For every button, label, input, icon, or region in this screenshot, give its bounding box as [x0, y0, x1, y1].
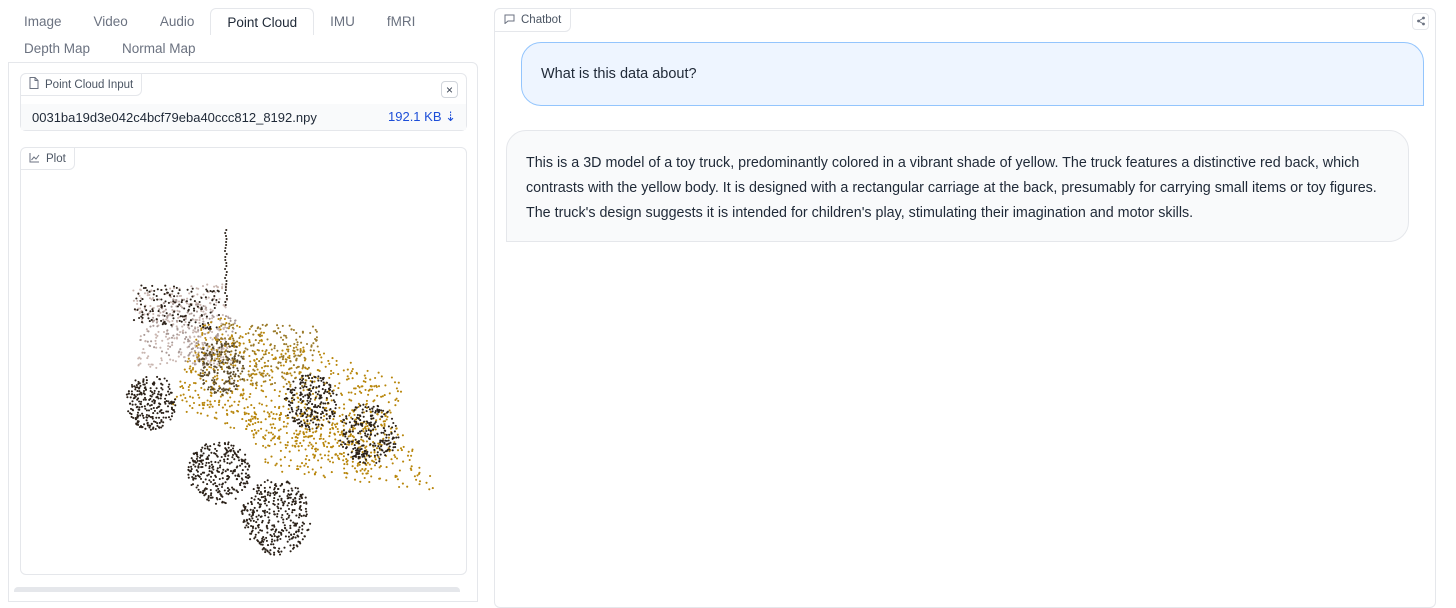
- bot-message: This is a 3D model of a toy truck, predo…: [506, 130, 1409, 242]
- file-icon: [29, 77, 39, 92]
- tab-depth-map[interactable]: Depth Map: [8, 35, 106, 62]
- clear-file-button[interactable]: ×: [441, 81, 458, 98]
- point-cloud-input: Point Cloud Input × 0031ba19d3e042c4bcf7…: [20, 73, 467, 131]
- chart-icon: [29, 152, 40, 166]
- tab-normal-map[interactable]: Normal Map: [106, 35, 212, 62]
- tab-imu[interactable]: IMU: [314, 8, 371, 35]
- tab-point-cloud[interactable]: Point Cloud: [210, 8, 315, 35]
- modality-tabs: Image Video Audio Point Cloud IMU fMRI D…: [8, 8, 478, 62]
- plot-label-text: Plot: [46, 152, 66, 165]
- point-cloud-panel: Point Cloud Input × 0031ba19d3e042c4bcf7…: [8, 62, 478, 602]
- point-cloud-input-label: Point Cloud Input: [20, 73, 143, 96]
- tab-video[interactable]: Video: [78, 8, 144, 35]
- share-button[interactable]: [1412, 13, 1429, 30]
- download-file-link[interactable]: 192.1 KB ⇣: [388, 109, 456, 125]
- tab-audio[interactable]: Audio: [144, 8, 211, 35]
- tab-fmri[interactable]: fMRI: [371, 8, 432, 35]
- plot-label: Plot: [21, 148, 75, 170]
- chat-bubble-icon: [504, 14, 515, 27]
- point-cloud-plot[interactable]: [21, 172, 467, 574]
- chatbot-panel: Chatbot What is this data about? This is…: [494, 8, 1436, 608]
- next-block-edge: [14, 587, 460, 592]
- share-icon: [1416, 13, 1426, 31]
- plot-block: Plot: [20, 147, 467, 575]
- tab-image[interactable]: Image: [8, 8, 78, 35]
- input-label-text: Point Cloud Input: [45, 78, 134, 91]
- tab-row-2: Depth Map Normal Map: [8, 35, 478, 62]
- uploaded-file-row: 0031ba19d3e042c4bcf79eba40ccc812_8192.np…: [21, 104, 466, 130]
- tab-row-1: Image Video Audio Point Cloud IMU fMRI: [8, 8, 478, 35]
- file-name: 0031ba19d3e042c4bcf79eba40ccc812_8192.np…: [32, 109, 317, 125]
- user-message: What is this data about?: [521, 42, 1424, 106]
- point-cloud-points: [125, 228, 434, 556]
- chatbot-label-text: Chatbot: [521, 14, 562, 26]
- chatbot-label: Chatbot: [494, 8, 572, 32]
